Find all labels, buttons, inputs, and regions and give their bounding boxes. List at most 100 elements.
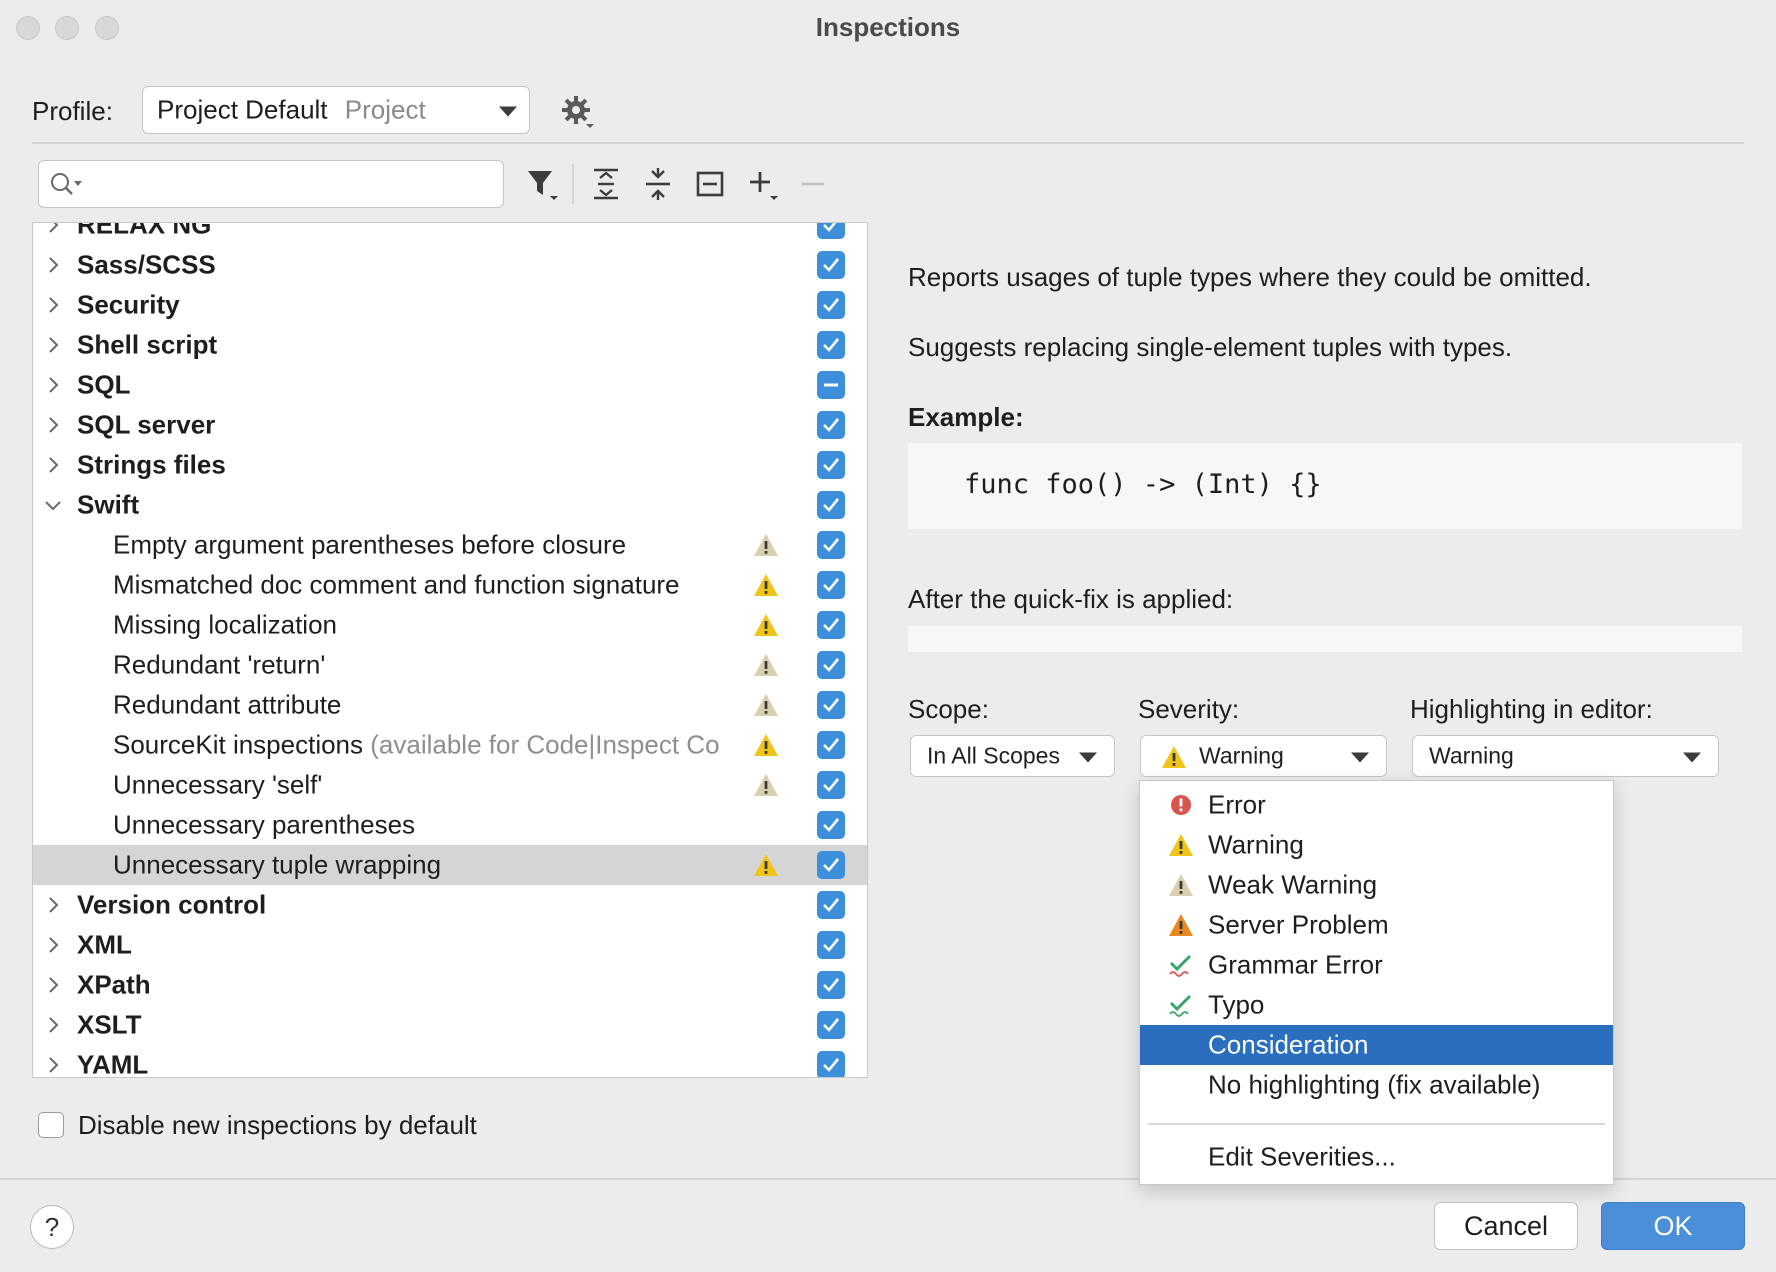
description-line-1: Reports usages of tuple types where they… [908,262,1592,292]
tree-group-row[interactable]: XML [33,925,867,965]
inspection-enabled-checkbox[interactable] [817,1051,845,1077]
tree-group-row[interactable]: Shell script [33,325,867,365]
weak-warning-icon [753,693,779,717]
inspection-enabled-checkbox[interactable] [817,611,845,639]
chevron-down-icon[interactable] [41,493,65,517]
collapse-all-icon[interactable] [640,166,676,202]
severity-menu-item[interactable]: Warning [1140,825,1613,865]
tree-inspection-row[interactable]: Mismatched doc comment and function sign… [33,565,867,605]
inspection-enabled-checkbox[interactable] [817,251,845,279]
inspection-enabled-checkbox[interactable] [817,771,845,799]
chevron-right-icon[interactable] [41,373,65,397]
inspection-enabled-checkbox[interactable] [817,971,845,999]
tree-inspection-row[interactable]: Empty argument parentheses before closur… [33,525,867,565]
chevron-right-icon[interactable] [41,253,65,277]
tree-group-row[interactable]: Version control [33,885,867,925]
chevron-right-icon[interactable] [41,413,65,437]
menu-item-label: Weak Warning [1208,869,1378,900]
tree-inspection-row[interactable]: Unnecessary tuple wrapping [33,845,867,885]
scope-select[interactable]: In All Scopes [910,735,1115,777]
tree-group-row[interactable]: Swift [33,485,867,525]
tree-group-row[interactable]: Security [33,285,867,325]
inspection-enabled-checkbox[interactable] [817,931,845,959]
filter-icon[interactable] [524,166,560,202]
severity-menu-item[interactable]: Consideration [1140,1025,1613,1065]
inspection-enabled-checkbox[interactable] [817,223,845,239]
server-problem-icon [1168,913,1194,937]
ok-button[interactable]: OK [1601,1202,1745,1250]
severity-menu-item[interactable]: Typo [1140,985,1613,1025]
chevron-right-icon[interactable] [41,293,65,317]
help-button[interactable]: ? [30,1205,74,1249]
chevron-right-icon[interactable] [41,893,65,917]
tree-inspection-row[interactable]: Unnecessary 'self' [33,765,867,805]
severity-menu-item[interactable]: Error [1140,785,1613,825]
tree-row-label: YAML [77,1049,149,1078]
toolbar-divider [572,164,574,204]
inspection-enabled-checkbox[interactable] [817,291,845,319]
tree-inspection-row[interactable]: Missing localization [33,605,867,645]
tree-group-row[interactable]: Sass/SCSS [33,245,867,285]
chevron-right-icon[interactable] [41,973,65,997]
chevron-right-icon[interactable] [41,453,65,477]
cancel-button[interactable]: Cancel [1434,1202,1578,1250]
inspection-enabled-checkbox[interactable] [817,491,845,519]
inspection-enabled-checkbox[interactable] [817,891,845,919]
severity-menu-item[interactable]: Grammar Error [1140,945,1613,985]
tree-group-row[interactable]: SQL [33,365,867,405]
tree-group-row[interactable]: SQL server [33,405,867,445]
disable-new-inspections-checkbox[interactable] [38,1112,64,1138]
inspection-enabled-checkbox[interactable] [817,371,845,399]
typo-check-icon [1168,993,1194,1017]
inspection-enabled-checkbox[interactable] [817,811,845,839]
tree-inspection-row[interactable]: Redundant 'return' [33,645,867,685]
reset-to-default-icon[interactable] [692,166,728,202]
inspection-enabled-checkbox[interactable] [817,1011,845,1039]
tree-group-row[interactable]: Strings files [33,445,867,485]
add-icon[interactable] [744,166,780,202]
tree-row-label: Unnecessary 'self' [113,769,323,800]
tree-inspection-row[interactable]: Unnecessary parentheses [33,805,867,845]
menu-item-label: No highlighting (fix available) [1208,1069,1541,1100]
chevron-right-icon[interactable] [41,223,65,237]
tree-group-row[interactable]: RELAX NG [33,222,867,245]
profile-value-hint: Project [344,94,426,125]
tree-group-row[interactable]: XPath [33,965,867,1005]
severity-menu-item[interactable]: No highlighting (fix available) [1140,1065,1613,1105]
inspection-tree[interactable]: RELAX NG Sass/SCSS Security Shell script SQL… [32,222,868,1078]
profile-select[interactable]: Project Default Project [142,86,530,134]
inspection-enabled-checkbox[interactable] [817,331,845,359]
severity-menu-item[interactable]: Weak Warning [1140,865,1613,905]
highlighting-select[interactable]: Warning [1412,735,1719,777]
inspection-enabled-checkbox[interactable] [817,531,845,559]
chevron-right-icon[interactable] [41,1013,65,1037]
inspection-enabled-checkbox[interactable] [817,571,845,599]
tree-inspection-row[interactable]: SourceKit inspections (available for Cod… [33,725,867,765]
chevron-right-icon[interactable] [41,1053,65,1077]
search-icon [51,173,82,195]
inspection-enabled-checkbox[interactable] [817,651,845,679]
weak-warning-icon [1168,873,1194,897]
inspection-enabled-checkbox[interactable] [817,731,845,759]
inspection-enabled-checkbox[interactable] [817,411,845,439]
search-field[interactable] [38,160,504,208]
warning-icon [753,733,779,757]
severity-select[interactable]: Warning [1140,735,1387,777]
gear-icon[interactable] [560,94,596,130]
tree-inspection-row[interactable]: Redundant attribute [33,685,867,725]
inspection-enabled-checkbox[interactable] [817,851,845,879]
tree-row-label: RELAX NG [77,222,212,240]
menu-item-edit-severities[interactable]: Edit Severities... [1140,1137,1613,1177]
chevron-right-icon[interactable] [41,333,65,357]
severity-dropdown-menu[interactable]: No highlighting (fix available) Considera… [1139,780,1614,1185]
profile-value: Project Default [157,94,328,125]
inspection-enabled-checkbox[interactable] [817,691,845,719]
tree-group-row[interactable]: YAML [33,1045,867,1078]
expand-all-icon[interactable] [588,166,624,202]
search-input[interactable] [95,167,491,201]
severity-menu-item[interactable]: Server Problem [1140,905,1613,945]
error-icon [1168,793,1194,817]
chevron-right-icon[interactable] [41,933,65,957]
inspection-enabled-checkbox[interactable] [817,451,845,479]
tree-group-row[interactable]: XSLT [33,1005,867,1045]
